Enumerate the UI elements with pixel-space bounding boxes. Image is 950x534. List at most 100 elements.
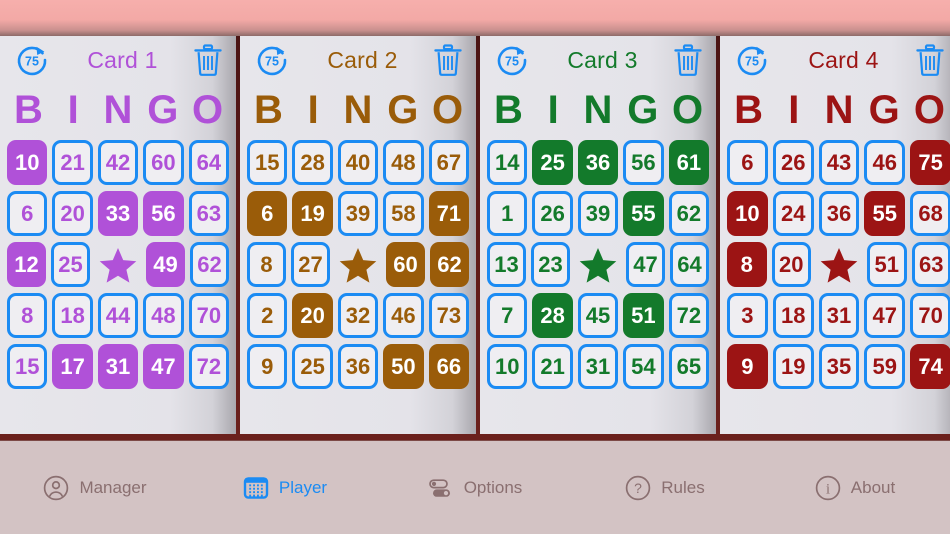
number-cell[interactable]: 46 (864, 140, 906, 185)
tab-about[interactable]: i About (760, 441, 950, 534)
number-cell[interactable]: 64 (188, 140, 230, 185)
number-cell[interactable]: 9 (247, 344, 288, 389)
number-cell-marked[interactable]: 49 (146, 242, 185, 287)
refresh-card-button[interactable]: 75 (734, 42, 770, 78)
number-cell[interactable]: 21 (532, 344, 573, 389)
number-cell[interactable]: 31 (818, 293, 860, 338)
number-cell[interactable]: 47 (864, 293, 906, 338)
number-cell-marked[interactable]: 51 (623, 293, 664, 338)
number-cell[interactable]: 6 (7, 191, 48, 236)
tab-player[interactable]: Player (190, 441, 380, 534)
refresh-card-button[interactable]: 75 (494, 42, 530, 78)
number-cell-marked[interactable]: 33 (97, 191, 139, 236)
number-cell[interactable]: 15 (247, 140, 288, 185)
number-cell[interactable]: 15 (7, 344, 48, 389)
number-cell[interactable]: 45 (577, 293, 619, 338)
number-cell[interactable]: 10 (487, 344, 528, 389)
number-cell[interactable]: 18 (772, 293, 814, 338)
number-cell-marked[interactable]: 9 (727, 344, 768, 389)
number-cell[interactable]: 35 (818, 344, 860, 389)
number-cell[interactable]: 64 (670, 242, 709, 287)
number-cell[interactable]: 36 (818, 191, 860, 236)
number-cell[interactable]: 48 (143, 293, 184, 338)
number-cell[interactable]: 32 (337, 293, 379, 338)
number-cell-marked[interactable]: 19 (292, 191, 333, 236)
number-cell[interactable]: 72 (668, 293, 710, 338)
number-cell[interactable]: 3 (727, 293, 768, 338)
number-cell[interactable]: 72 (188, 344, 230, 389)
number-cell-marked[interactable]: 12 (7, 242, 46, 287)
delete-card-button[interactable] (673, 43, 703, 77)
number-cell[interactable]: 8 (247, 242, 286, 287)
number-cell[interactable]: 7 (487, 293, 528, 338)
number-cell[interactable]: 59 (864, 344, 906, 389)
free-space-cell[interactable] (816, 242, 862, 287)
number-cell[interactable]: 44 (97, 293, 139, 338)
number-cell-marked[interactable]: 6 (247, 191, 288, 236)
number-cell-marked[interactable]: 55 (623, 191, 664, 236)
number-cell[interactable]: 46 (383, 293, 424, 338)
number-cell-marked[interactable]: 50 (383, 344, 424, 389)
number-cell[interactable]: 65 (668, 344, 710, 389)
number-cell[interactable]: 40 (337, 140, 379, 185)
number-cell-marked[interactable]: 28 (532, 293, 573, 338)
number-cell[interactable]: 13 (487, 242, 526, 287)
number-cell-marked[interactable]: 71 (428, 191, 470, 236)
tab-options[interactable]: Options (380, 441, 570, 534)
number-cell[interactable]: 62 (190, 242, 229, 287)
number-cell[interactable]: 70 (910, 293, 950, 338)
number-cell-marked[interactable]: 56 (143, 191, 184, 236)
number-cell[interactable]: 6 (727, 140, 768, 185)
number-cell[interactable]: 20 (52, 191, 93, 236)
number-cell[interactable]: 58 (383, 191, 424, 236)
number-cell-marked[interactable]: 61 (668, 140, 710, 185)
number-cell[interactable]: 27 (291, 242, 330, 287)
number-cell[interactable]: 1 (487, 191, 528, 236)
number-cell-marked[interactable]: 10 (727, 191, 768, 236)
number-cell[interactable]: 25 (292, 344, 333, 389)
number-cell[interactable]: 23 (531, 242, 570, 287)
number-cell-marked[interactable]: 74 (910, 344, 950, 389)
number-cell-marked[interactable]: 55 (864, 191, 906, 236)
number-cell[interactable]: 19 (772, 344, 814, 389)
number-cell[interactable]: 39 (577, 191, 619, 236)
tab-rules[interactable]: ? Rules (570, 441, 760, 534)
number-cell-marked[interactable]: 36 (577, 140, 619, 185)
number-cell[interactable]: 14 (487, 140, 528, 185)
number-cell-marked[interactable]: 47 (143, 344, 184, 389)
number-cell-marked[interactable]: 31 (97, 344, 139, 389)
free-space-cell[interactable] (575, 242, 621, 287)
number-cell[interactable]: 70 (188, 293, 230, 338)
number-cell[interactable]: 63 (911, 242, 950, 287)
number-cell-marked[interactable]: 75 (910, 140, 950, 185)
free-space-cell[interactable] (95, 242, 141, 287)
number-cell[interactable]: 26 (772, 140, 814, 185)
number-cell[interactable]: 54 (623, 344, 664, 389)
number-cell[interactable]: 28 (292, 140, 333, 185)
number-cell[interactable]: 25 (51, 242, 90, 287)
number-cell[interactable]: 43 (818, 140, 860, 185)
number-cell[interactable]: 2 (247, 293, 288, 338)
delete-card-button[interactable] (433, 43, 463, 77)
number-cell-marked[interactable]: 66 (428, 344, 470, 389)
number-cell[interactable]: 20 (771, 242, 811, 287)
number-cell[interactable]: 8 (7, 293, 48, 338)
number-cell[interactable]: 60 (143, 140, 184, 185)
delete-card-button[interactable] (193, 43, 223, 77)
number-cell[interactable]: 63 (188, 191, 230, 236)
number-cell-marked[interactable]: 62 (430, 242, 469, 287)
number-cell-marked[interactable]: 20 (292, 293, 333, 338)
number-cell-marked[interactable]: 10 (7, 140, 48, 185)
number-cell[interactable]: 18 (52, 293, 93, 338)
number-cell-marked[interactable]: 8 (727, 242, 767, 287)
number-cell[interactable]: 73 (428, 293, 470, 338)
number-cell-marked[interactable]: 25 (532, 140, 573, 185)
number-cell[interactable]: 21 (52, 140, 93, 185)
number-cell[interactable]: 39 (337, 191, 379, 236)
free-space-cell[interactable] (335, 242, 381, 287)
number-cell[interactable]: 47 (626, 242, 665, 287)
delete-card-button[interactable] (915, 43, 945, 77)
number-cell[interactable]: 51 (867, 242, 907, 287)
number-cell-marked[interactable]: 17 (52, 344, 93, 389)
refresh-card-button[interactable]: 75 (14, 42, 50, 78)
